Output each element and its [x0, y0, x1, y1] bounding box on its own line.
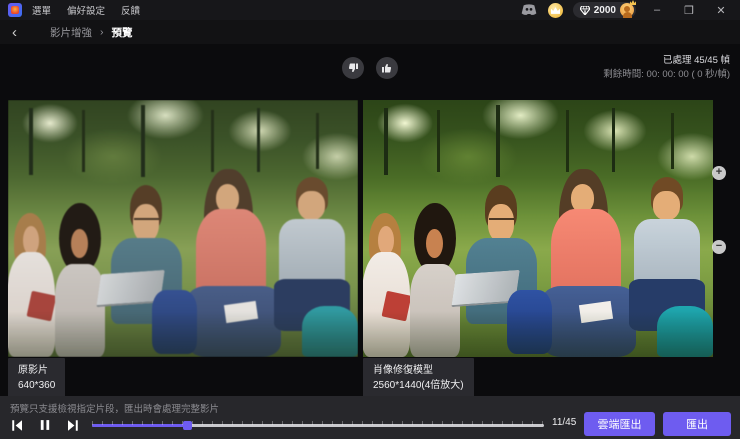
app-logo-icon [8, 3, 22, 17]
coin-count: 2000 [593, 4, 616, 16]
face [488, 203, 515, 242]
menubar: 選單 偏好設定 反饋 [32, 3, 140, 17]
coin-balance[interactable]: 2000 [572, 0, 636, 18]
player-bar: 預覽只支援檢視指定片段，匯出時會處理完整影片 11/45 雲端匯出 匯出 [0, 396, 740, 439]
tree-trunk [496, 105, 500, 178]
playback-controls: 11/45 雲端匯出 匯出 [0, 412, 740, 439]
export-button[interactable]: 匯出 [663, 412, 731, 436]
app-window: 選單 偏好設定 反饋 2000 – ❒ ✕ ‹ 影片增強 › 預覽 已處理 45… [0, 0, 740, 439]
face [653, 190, 680, 221]
video-frame-scene [8, 100, 358, 357]
breadcrumb-parent[interactable]: 影片增強 [50, 25, 92, 40]
avatar[interactable] [620, 0, 636, 18]
tree-trunk [384, 107, 388, 175]
processed-frames-text: 已處理 45/45 幀 [662, 55, 730, 66]
tree-trunk [611, 107, 615, 172]
face [23, 226, 40, 255]
slider-thumb[interactable] [182, 421, 192, 430]
thumbs-down-button[interactable] [342, 57, 364, 79]
original-title: 原影片 [18, 365, 48, 376]
slider-ticks [92, 421, 544, 425]
zoom-in-button[interactable]: + [712, 166, 726, 180]
prev-frame-button[interactable] [6, 414, 28, 436]
menu-item-feedback[interactable]: 反饋 [121, 3, 140, 17]
glasses [488, 217, 514, 220]
original-label: 原影片 640*360 [8, 358, 66, 398]
grass-shade [363, 310, 713, 357]
titlebar-right: 2000 – ❒ ✕ [520, 0, 732, 18]
tree-trunk [566, 110, 570, 172]
diamond-icon [579, 5, 590, 15]
menu-item-menu[interactable]: 選單 [32, 3, 51, 17]
grass-shade [8, 310, 358, 357]
close-button[interactable]: ✕ [710, 2, 732, 18]
discord-icon[interactable] [520, 3, 538, 17]
enhanced-video-preview [363, 100, 713, 357]
tree-trunk [436, 110, 440, 172]
tree-trunk [671, 112, 675, 170]
enhanced-resolution: 2560*1440(4倍放大) [373, 380, 464, 391]
processing-status: 已處理 45/45 幀 剩餘時間: 00: 00: 00 ( 0 秒/幀) [603, 54, 730, 82]
tree-trunk [316, 112, 320, 170]
original-video-preview [8, 100, 358, 357]
frame-counter: 11/45 [552, 417, 577, 428]
avatar-crown-badge [630, 0, 636, 5]
chevron-right-icon: › [100, 26, 104, 38]
glasses [133, 217, 159, 220]
breadcrumb: ‹ 影片增強 › 預覽 [0, 20, 740, 44]
tree-trunk [256, 107, 260, 172]
face [298, 190, 325, 221]
next-frame-button[interactable] [61, 414, 83, 436]
titlebar: 選單 偏好設定 反饋 2000 – ❒ ✕ [0, 0, 740, 20]
menu-item-preferences[interactable]: 偏好設定 [67, 3, 105, 17]
face [133, 203, 160, 242]
tree-trunk [141, 105, 145, 178]
back-button[interactable]: ‹ [12, 25, 28, 40]
enhanced-label: 肖像修復模型 2560*1440(4倍放大) [363, 358, 474, 398]
tree-trunk [81, 110, 85, 172]
minimize-button[interactable]: – [646, 2, 668, 18]
timeline-slider[interactable] [92, 421, 544, 430]
tree-trunk [29, 107, 33, 175]
original-resolution: 640*360 [18, 380, 56, 391]
face [378, 226, 395, 255]
breadcrumb-current: 預覽 [111, 26, 133, 39]
vip-crown-icon[interactable] [547, 2, 563, 18]
thumbs-up-button[interactable] [376, 57, 398, 79]
remaining-time-text: 剩餘時間: 00: 00: 00 ( 0 秒/幀) [603, 68, 730, 80]
video-frame-scene [363, 100, 713, 357]
maximize-button[interactable]: ❒ [678, 2, 700, 18]
compare-previews [8, 100, 713, 357]
cloud-export-button[interactable]: 雲端匯出 [584, 412, 655, 436]
feedback-buttons [342, 57, 398, 79]
zoom-out-button[interactable]: − [712, 240, 726, 254]
preview-area: 已處理 45/45 幀 剩餘時間: 00: 00: 00 ( 0 秒/幀) + … [0, 44, 740, 398]
tree-trunk [211, 110, 215, 172]
pause-button[interactable] [34, 414, 56, 436]
enhanced-model-title: 肖像修復模型 [373, 365, 433, 376]
